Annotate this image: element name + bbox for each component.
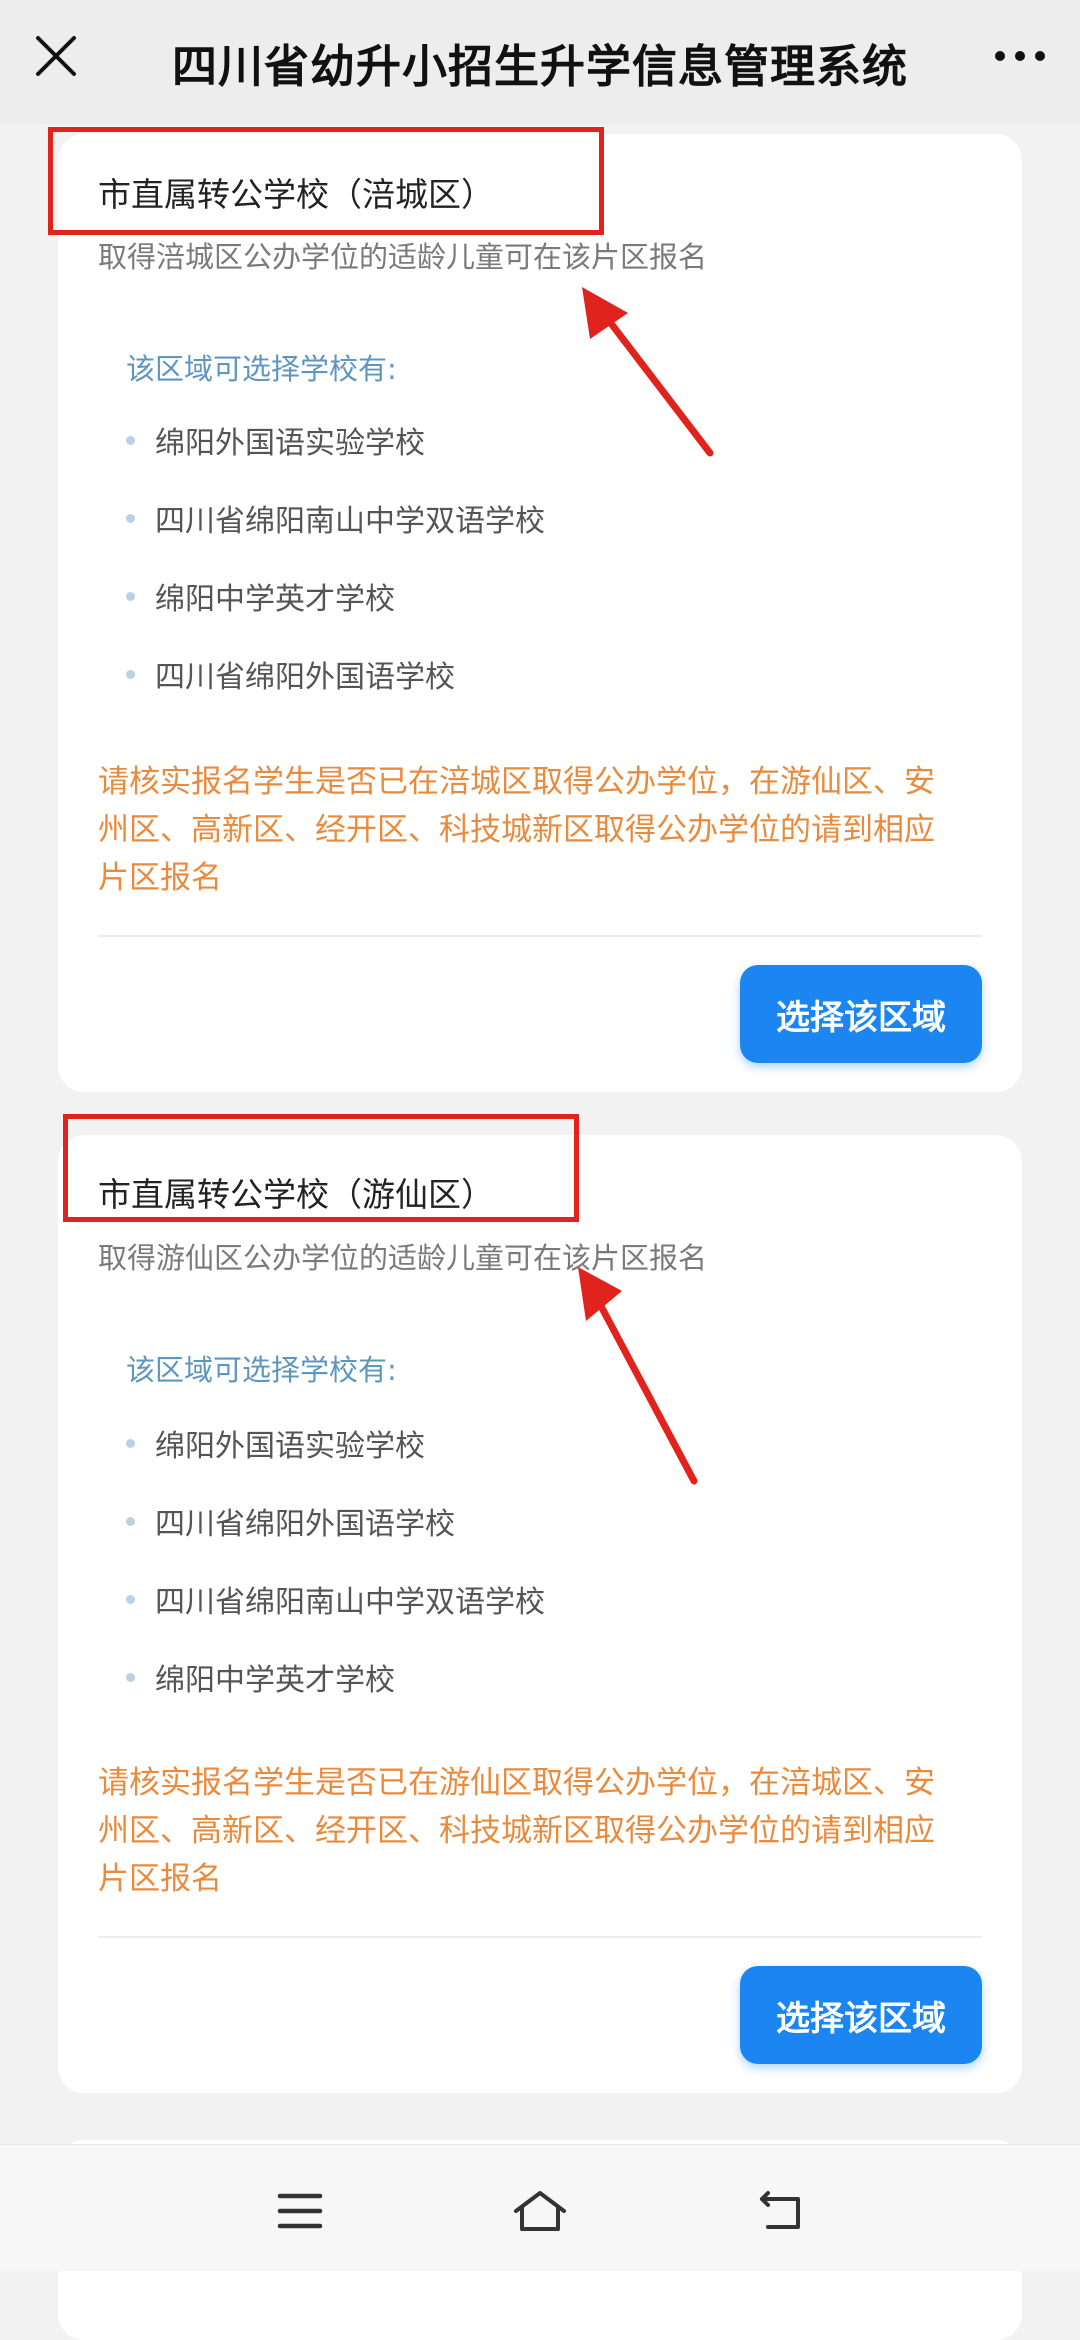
- district-card-youxian: 市直属转公学校（游仙区） 取得游仙区公办学位的适龄儿童可在该片区报名 该区域可选…: [58, 1135, 1022, 2093]
- notice-text: 请核实报名学生是否已在游仙区取得公办学位，在涪城区、安 州区、高新区、经开区、科…: [98, 1759, 988, 1903]
- highlight-box: [48, 127, 604, 235]
- highlight-box: [63, 1114, 579, 1222]
- school-item: 绵阳外国语实验学校: [126, 418, 425, 462]
- school-item: 四川省绵阳外国语学校: [126, 652, 455, 696]
- notice-text: 请核实报名学生是否已在涪城区取得公办学位，在游仙区、安 州区、高新区、经开区、科…: [98, 758, 988, 902]
- more-icon[interactable]: [990, 36, 1050, 76]
- school-item: 四川省绵阳南山中学双语学校: [126, 496, 545, 540]
- close-icon[interactable]: [30, 30, 82, 82]
- home-icon[interactable]: [510, 2181, 570, 2241]
- notice-line: 请核实报名学生是否已在涪城区取得公办学位，在游仙区、安: [98, 764, 935, 800]
- divider: [98, 935, 982, 937]
- annotation-arrow-icon: [582, 287, 714, 457]
- back-icon[interactable]: [752, 2181, 812, 2241]
- bullet-icon: [126, 1438, 135, 1448]
- school-item: 绵阳中学英才学校: [126, 574, 395, 618]
- bullet-icon: [126, 435, 135, 445]
- school-name: 四川省绵阳南山中学双语学校: [155, 504, 545, 539]
- school-item: 绵阳中学英才学校: [126, 1655, 395, 1699]
- top-bar: 四川省幼升小招生升学信息管理系统: [0, 0, 1080, 124]
- menu-icon[interactable]: [270, 2181, 330, 2241]
- school-name: 绵阳外国语实验学校: [155, 426, 425, 461]
- notice-line: 片区报名: [98, 1861, 222, 1897]
- school-item: 四川省绵阳南山中学双语学校: [126, 1577, 545, 1621]
- select-region-button[interactable]: 选择该区域: [740, 965, 982, 1063]
- bullet-icon: [126, 1672, 135, 1682]
- notice-line: 片区报名: [98, 860, 222, 896]
- bullet-icon: [126, 1516, 135, 1526]
- bullet-icon: [126, 1594, 135, 1604]
- annotation-arrow-icon: [578, 1267, 698, 1485]
- school-name: 绵阳中学英才学校: [155, 1663, 395, 1698]
- bullet-icon: [126, 669, 135, 679]
- notice-line: 州区、高新区、经开区、科技城新区取得公办学位的请到相应: [98, 812, 935, 848]
- bottom-nav-bar: [0, 2144, 1080, 2271]
- card-subtitle: 取得涪城区公办学位的适龄儿童可在该片区报名: [98, 240, 708, 274]
- page-title: 四川省幼升小招生升学信息管理系统: [171, 39, 908, 93]
- district-card-fucheng: 市直属转公学校（涪城区） 取得涪城区公办学位的适龄儿童可在该片区报名 该区域可选…: [58, 134, 1022, 1092]
- school-name: 绵阳中学英才学校: [155, 582, 395, 617]
- schools-heading: 该区域可选择学校有:: [126, 352, 397, 386]
- divider: [98, 1936, 982, 1938]
- bullet-icon: [126, 513, 135, 523]
- select-region-button[interactable]: 选择该区域: [740, 1966, 982, 2064]
- notice-line: 请核实报名学生是否已在游仙区取得公办学位，在涪城区、安: [98, 1765, 935, 1801]
- school-name: 绵阳外国语实验学校: [155, 1429, 425, 1464]
- bullet-icon: [126, 591, 135, 601]
- notice-line: 州区、高新区、经开区、科技城新区取得公办学位的请到相应: [98, 1813, 935, 1849]
- school-name: 四川省绵阳南山中学双语学校: [155, 1585, 545, 1620]
- school-item: 四川省绵阳外国语学校: [126, 1499, 455, 1543]
- school-name: 四川省绵阳外国语学校: [155, 660, 455, 695]
- school-item: 绵阳外国语实验学校: [126, 1421, 425, 1465]
- school-name: 四川省绵阳外国语学校: [155, 1507, 455, 1542]
- schools-heading: 该区域可选择学校有:: [126, 1353, 397, 1387]
